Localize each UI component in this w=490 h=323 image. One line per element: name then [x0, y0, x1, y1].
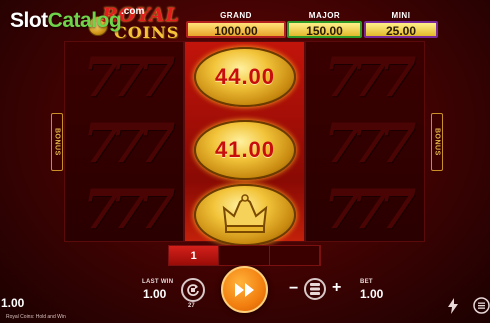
seven-symbol: 777 [306, 45, 424, 109]
autoplay-count: 27 [188, 303, 195, 309]
jackpot-major-label: MAJOR [308, 11, 341, 20]
jackpot-mini: MINI 25.00 [364, 11, 438, 38]
bet-value: 1.00 [360, 287, 384, 301]
seven-symbol: 777 [306, 111, 424, 175]
coin-stack-button[interactable] [304, 278, 326, 300]
coin-value: 44.00 [214, 64, 276, 89]
coin-symbol: 41.00 [194, 120, 296, 180]
progress-cell [219, 246, 270, 265]
bonus-label-left: BONUS [51, 113, 63, 171]
bonus-left-text: BONUS [53, 128, 61, 156]
jackpot-mini-value: 25.00 [364, 21, 438, 38]
last-win-value: 1.00 [143, 287, 167, 301]
jackpot-mini-label: MINI [391, 11, 411, 20]
seven-symbol-text: 777 [82, 111, 176, 175]
watermark-com: .com [121, 6, 145, 17]
autoplay-icon [187, 284, 199, 296]
game-screen: ROYAL COINS SlotCatalog .com GRAND 1000.… [0, 0, 490, 323]
reel-area: 777 777 777 44.00 41.00 777 777 777 [64, 41, 425, 246]
coin-stack-icon [310, 283, 320, 295]
bet-label: BET [360, 279, 373, 285]
seven-symbol-text: 777 [323, 177, 417, 241]
seven-symbol: 777 [306, 177, 424, 241]
spin-button[interactable] [221, 266, 268, 313]
balance-value: 1.00 [1, 296, 25, 310]
bet-increase-button[interactable]: + [332, 280, 341, 296]
last-win-label: LAST WIN [142, 279, 174, 285]
watermark-catalog: Catalog [47, 9, 122, 32]
jackpot-major: MAJOR 150.00 [287, 11, 362, 38]
seven-symbol-text: 777 [82, 45, 176, 109]
bonus-label-right: BONUS [431, 113, 443, 171]
seven-symbol-text: 777 [323, 111, 417, 175]
menu-icon[interactable] [473, 297, 490, 314]
seven-symbol: 777 [65, 177, 183, 241]
logo-coins-text: COINS [114, 23, 180, 42]
autoplay-button[interactable] [181, 278, 205, 302]
jackpot-major-value: 150.00 [287, 21, 362, 38]
turbo-lightning-icon[interactable] [447, 298, 459, 314]
progress-cell: 1 [169, 246, 220, 265]
respin-progress: 1 [168, 245, 321, 266]
bonus-right-text: BONUS [433, 128, 441, 156]
reel-middle: 44.00 41.00 [184, 41, 305, 246]
watermark-slot: Slot [10, 9, 48, 32]
seven-symbol-text: 777 [82, 177, 176, 241]
reel-right: 777 777 777 [305, 41, 425, 242]
crown-coin-symbol [194, 184, 296, 246]
coin-value: 41.00 [214, 137, 276, 162]
coin-symbol: 44.00 [194, 47, 296, 107]
crown-icon [222, 194, 268, 233]
jackpot-grand-label: GRAND [220, 11, 252, 20]
seven-symbol-text: 777 [323, 45, 417, 109]
jackpot-grand: GRAND 1000.00 [186, 11, 286, 38]
progress-cell [269, 246, 320, 265]
game-name: Royal Coins: Hold and Win [6, 314, 66, 320]
progress-cell-text: 1 [190, 249, 197, 262]
seven-symbol: 777 [65, 111, 183, 175]
slotcatalog-watermark: SlotCatalog [10, 9, 122, 33]
bet-decrease-button[interactable]: − [289, 281, 298, 297]
jackpot-grand-value: 1000.00 [186, 21, 286, 38]
seven-symbol: 777 [65, 45, 183, 109]
fast-forward-icon [234, 282, 254, 297]
reel-left: 777 777 777 [64, 41, 184, 242]
